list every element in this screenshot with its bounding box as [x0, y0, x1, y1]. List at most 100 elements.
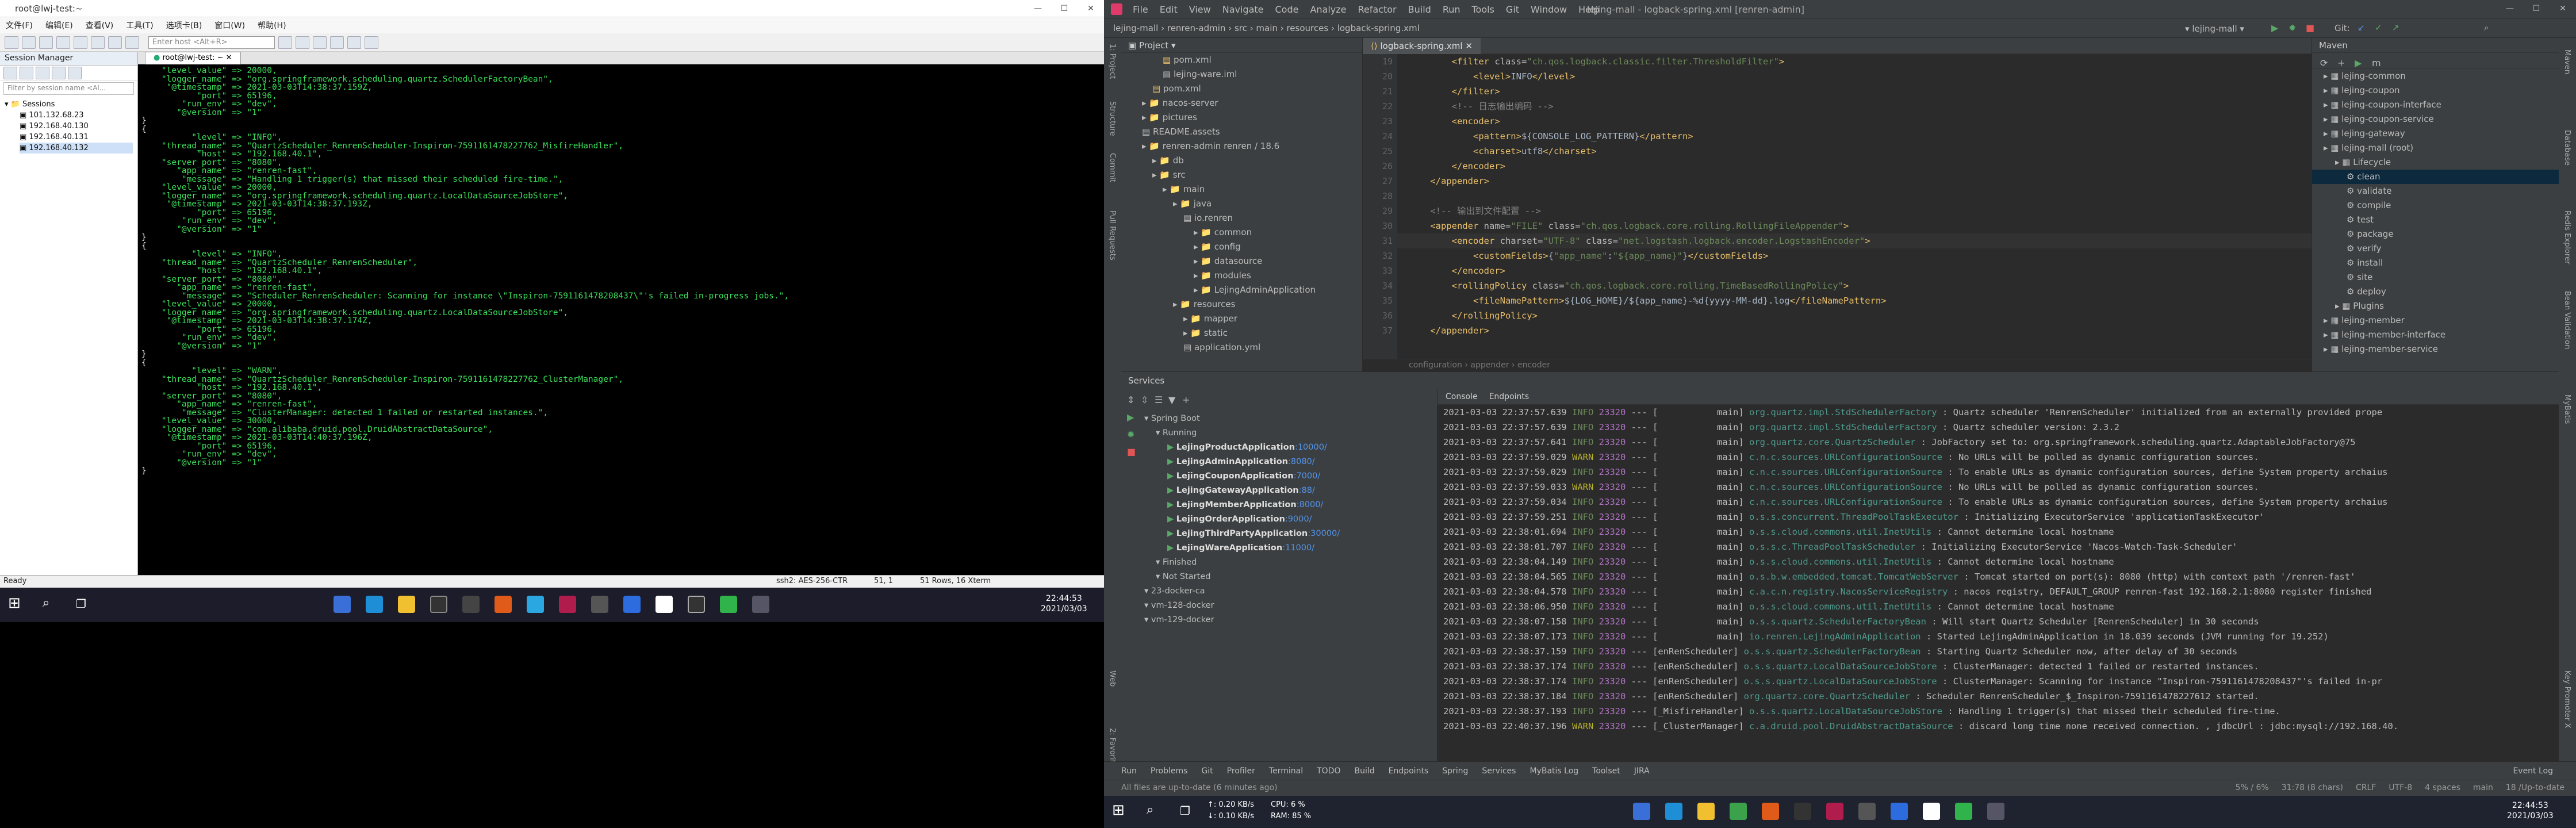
file-explorer-icon[interactable]	[1697, 803, 1715, 820]
close-icon[interactable]: ✕	[1078, 0, 1104, 17]
debug-icon[interactable]: ✹	[2288, 22, 2296, 33]
ij-menu-item[interactable]: Build	[1408, 4, 1431, 15]
open-folder-icon[interactable]	[22, 36, 36, 49]
session-filter-input[interactable]: Filter by session name <Al...	[3, 82, 134, 95]
run-icon[interactable]: ▶	[2355, 57, 2362, 68]
service-port[interactable]: :11000/	[1282, 543, 1314, 553]
taskbar-app-icon[interactable]	[462, 596, 480, 613]
maven-tree-item[interactable]: ⚙ package	[2312, 227, 2559, 241]
xshell-menu-item[interactable]: 编辑(E)	[45, 20, 73, 31]
project-tree-item[interactable]: ▸ 📁 datasource	[1121, 254, 1362, 269]
project-tree-item[interactable]: ▸ 📁 db	[1121, 154, 1362, 168]
ij-menu-item[interactable]: Refactor	[1358, 4, 1397, 15]
refresh-icon[interactable]	[68, 66, 82, 79]
xshell-menu-item[interactable]: 窗口(W)	[214, 20, 245, 31]
service-tree-item[interactable]: ▾ Finished	[1144, 555, 1340, 570]
event-log-button[interactable]: Event Log	[2513, 766, 2553, 776]
web-tool-tab[interactable]: Web	[1108, 670, 1117, 687]
new-session-icon[interactable]	[5, 36, 18, 49]
ij-menu-item[interactable]: Navigate	[1222, 4, 1264, 15]
windows-start-icon[interactable]: ⊞	[8, 595, 25, 612]
terminal-output[interactable]: "level_value" => 20000, "logger_name" =>…	[138, 64, 1104, 575]
transfer-icon[interactable]	[278, 36, 292, 49]
service-tree-item[interactable]: ▶ LejingCouponApplication:7000/	[1144, 469, 1340, 484]
stop-icon[interactable]: ■	[2306, 22, 2314, 33]
sftp-icon[interactable]	[296, 36, 309, 49]
lock-icon[interactable]	[347, 36, 361, 49]
search-icon[interactable]: ⌕	[1147, 803, 1164, 820]
structure-tool-tab[interactable]: Structure	[1108, 101, 1117, 136]
minimize-icon[interactable]: —	[2497, 0, 2523, 17]
wechat-icon[interactable]	[720, 596, 737, 613]
project-tree-item[interactable]: ▸ 📁 resources	[1121, 297, 1362, 312]
help-icon[interactable]	[365, 36, 378, 49]
wechat-icon[interactable]	[1955, 803, 1972, 820]
xshell-menu-item[interactable]: 查看(V)	[86, 20, 114, 31]
project-tree-item[interactable]: ▤ io.renren	[1121, 211, 1362, 225]
taskbar-app-icon[interactable]	[752, 596, 769, 613]
maven-tree-item[interactable]: ⚙ verify	[2312, 241, 2559, 256]
project-tree-item[interactable]: ▸ 📁 common	[1121, 225, 1362, 240]
maven-tree-item[interactable]: ▸ ▦ lejing-member-interface	[2312, 328, 2559, 342]
paste-icon[interactable]	[91, 36, 105, 49]
project-tree-item[interactable]: ▤ README.assets	[1121, 125, 1362, 139]
session-item[interactable]: ▣ 101.132.68.23	[20, 110, 133, 121]
taskbar-app-icon[interactable]	[1633, 803, 1650, 820]
find-icon[interactable]	[108, 36, 122, 49]
commit-tool-tab[interactable]: Commit	[1108, 153, 1117, 182]
maven-tree-item[interactable]: ▸ ▦ lejing-coupon-interface	[2312, 98, 2559, 112]
tool-window-todo[interactable]: TODO	[1317, 766, 1340, 776]
service-tree-item[interactable]: ▾ 23-docker-ca	[1144, 584, 1340, 599]
xshell-menu-item[interactable]: 工具(T)	[126, 20, 153, 31]
ij-menu-item[interactable]: Git	[1506, 4, 1519, 15]
maximize-icon[interactable]: ☐	[1051, 0, 1078, 17]
editor-tab-logback[interactable]: ⟨⟩ logback-spring.xml ✕	[1363, 38, 1481, 54]
mybatis-tool-tab[interactable]: MyBatis	[2563, 394, 2571, 424]
session-item[interactable]: ▣ 192.168.40.130	[20, 121, 133, 132]
tool-window-jira[interactable]: JIRA	[1634, 766, 1650, 776]
editor-breadcrumb[interactable]: configuration › appender › encoder	[1363, 359, 2312, 371]
maven-tree-item[interactable]: ▸ ▦ lejing-common	[2312, 69, 2559, 83]
console-tab-console[interactable]: Console	[1446, 392, 1478, 401]
xshell-menu-item[interactable]: 选项卡(B)	[166, 20, 202, 31]
service-port[interactable]: :88/	[1299, 486, 1315, 495]
ij-menu-item[interactable]: Code	[1275, 4, 1299, 15]
status-widget[interactable]: 4 spaces	[2425, 783, 2460, 792]
debug-icon[interactable]: ✹	[1127, 429, 1134, 440]
maven-tree-item[interactable]: ▸ ▦ lejing-member-service	[2312, 342, 2559, 356]
taskbar-app-icon[interactable]	[1923, 803, 1940, 820]
maven-tree-item[interactable]: ⚙ clean	[2312, 170, 2559, 184]
maven-tree-item[interactable]: ▸ ▦ lejing-gateway	[2312, 126, 2559, 141]
service-port[interactable]: :7000/	[1294, 471, 1321, 481]
tool-window-git[interactable]: Git	[1201, 766, 1213, 776]
taskbar-app-icon[interactable]	[334, 596, 351, 613]
ij-menu-item[interactable]: Tools	[1472, 4, 1494, 15]
status-widget[interactable]: CRLF	[2356, 783, 2376, 792]
taskbar-app-icon[interactable]	[623, 596, 641, 613]
new-folder-icon[interactable]	[20, 66, 33, 79]
project-tree-item[interactable]: ▤ pom.xml	[1121, 53, 1362, 67]
taskbar-app-icon[interactable]	[656, 596, 673, 613]
xshell-menu-item[interactable]: 帮助(H)	[258, 20, 286, 31]
bean-validation-tool-tab[interactable]: Bean Validation	[2563, 291, 2571, 349]
ij-menu-item[interactable]: Analyze	[1310, 4, 1346, 15]
maven-tree-item[interactable]: ⚙ compile	[2312, 198, 2559, 213]
add-icon[interactable]: +	[2337, 57, 2345, 68]
project-tree-item[interactable]: ▸ 📁 pictures	[1121, 110, 1362, 125]
breadcrumb-item[interactable]: resources	[1286, 23, 1328, 33]
breadcrumb-item[interactable]: lejing-mall	[1113, 23, 1158, 33]
breadcrumb-item[interactable]: main	[1256, 23, 1277, 33]
breadcrumb-item[interactable]: logback-spring.xml	[1337, 23, 1420, 33]
service-port[interactable]: :9000/	[1285, 515, 1312, 524]
expand-all-icon[interactable]: ⇕	[1127, 394, 1134, 405]
host-input[interactable]: Enter host <Alt+R>	[148, 36, 275, 49]
xshell-app-icon[interactable]	[559, 596, 576, 613]
taskbar-app-icon[interactable]	[688, 596, 705, 613]
service-port[interactable]: :30000/	[1308, 529, 1340, 538]
service-tree-item[interactable]: ▶ LejingMemberApplication:8000/	[1144, 498, 1340, 512]
status-widget[interactable]: 31:78 (8 chars)	[2282, 783, 2343, 792]
run-icon[interactable]: ▶	[1127, 412, 1134, 423]
clock-left[interactable]: 22:44:53 2021/03/03	[1041, 593, 1087, 614]
project-tool-tab[interactable]: 1: Project	[1108, 44, 1117, 79]
xshell-app-icon[interactable]	[1826, 803, 1843, 820]
